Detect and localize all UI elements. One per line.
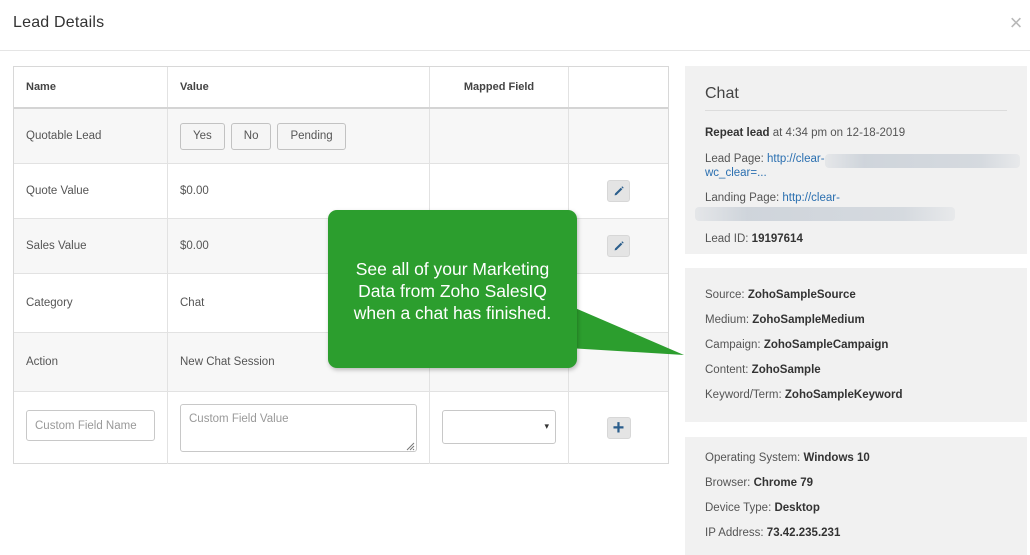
ip-address-line: IP Address: 73.42.235.231 [705,527,841,539]
yes-button[interactable]: Yes [180,122,225,150]
divider [705,110,1007,111]
callout-text: See all of your Marketing Data from Zoho… [353,259,552,323]
field-name: Quotable Lead [26,130,102,142]
chat-info-panel: Chat Repeat lead at 4:34 pm on 12-18-201… [685,66,1027,254]
os-line: Operating System: Windows 10 [705,452,870,464]
device-type-line: Device Type: Desktop [705,502,820,514]
field-name: Sales Value [26,240,87,252]
column-header-value: Value [180,81,209,93]
field-value: $0.00 [180,185,209,197]
resize-grip-icon[interactable] [406,442,415,451]
chevron-down-icon: ▾ [544,421,549,431]
redacted-url [825,154,1020,168]
add-custom-field-button[interactable]: + [606,417,631,439]
device-info-panel: Operating System: Windows 10 Browser: Ch… [685,437,1027,555]
medium-line: Medium: ZohoSampleMedium [705,314,865,326]
no-button[interactable]: No [230,122,272,150]
edit-sales-value-button[interactable] [607,235,630,257]
custom-field-value-input[interactable] [180,404,417,452]
landing-page-line: Landing Page: http://clear- [705,192,840,204]
lead-id-line: Lead ID: 19197614 [705,233,803,245]
campaign-line: Campaign: ZohoSampleCampaign [705,339,889,351]
column-header-name: Name [26,81,56,93]
pending-button[interactable]: Pending [277,122,346,150]
custom-field-name-input[interactable] [26,410,155,441]
plus-icon: + [612,417,625,439]
close-icon[interactable]: × [1006,12,1026,34]
field-name: Action [26,356,58,368]
repeat-lead-line: Repeat lead at 4:34 pm on 12-18-2019 [705,127,906,139]
keyword-line: Keyword/Term: ZohoSampleKeyword [705,389,903,401]
custom-field-row: ▾ + [14,392,668,464]
panel-title: Chat [705,85,739,102]
table-header-row: Name Value Mapped Field [14,67,668,109]
redacted-url [695,207,955,221]
pencil-icon [614,241,624,251]
field-value: $0.00 [180,240,209,252]
edit-quote-value-button[interactable] [607,180,630,202]
field-name: Quote Value [26,185,90,197]
marketing-data-panel: Source: ZohoSampleSource Medium: ZohoSam… [685,268,1027,422]
lead-page-link[interactable]: http://clear- [767,153,825,165]
modal-title: Lead Details [13,14,105,31]
browser-line: Browser: Chrome 79 [705,477,814,489]
pencil-icon [614,186,624,196]
lead-page-line: Lead Page: http://clear- [705,153,825,165]
field-value: Chat [180,297,205,309]
lead-page-link-cont[interactable]: wc_clear=... [705,167,767,179]
field-value: New Chat Session [180,356,275,368]
content-line: Content: ZohoSample [705,364,821,376]
field-name: Category [26,297,73,309]
custom-mapped-field-select[interactable]: ▾ [442,410,556,444]
modal-header: Lead Details × [0,0,1030,51]
landing-page-link[interactable]: http://clear- [782,192,840,204]
source-line: Source: ZohoSampleSource [705,289,856,301]
column-header-mapped-field: Mapped Field [463,81,535,93]
marketing-data-callout: See all of your Marketing Data from Zoho… [328,210,577,368]
table-row: Quotable Lead Yes No Pending [14,109,668,164]
